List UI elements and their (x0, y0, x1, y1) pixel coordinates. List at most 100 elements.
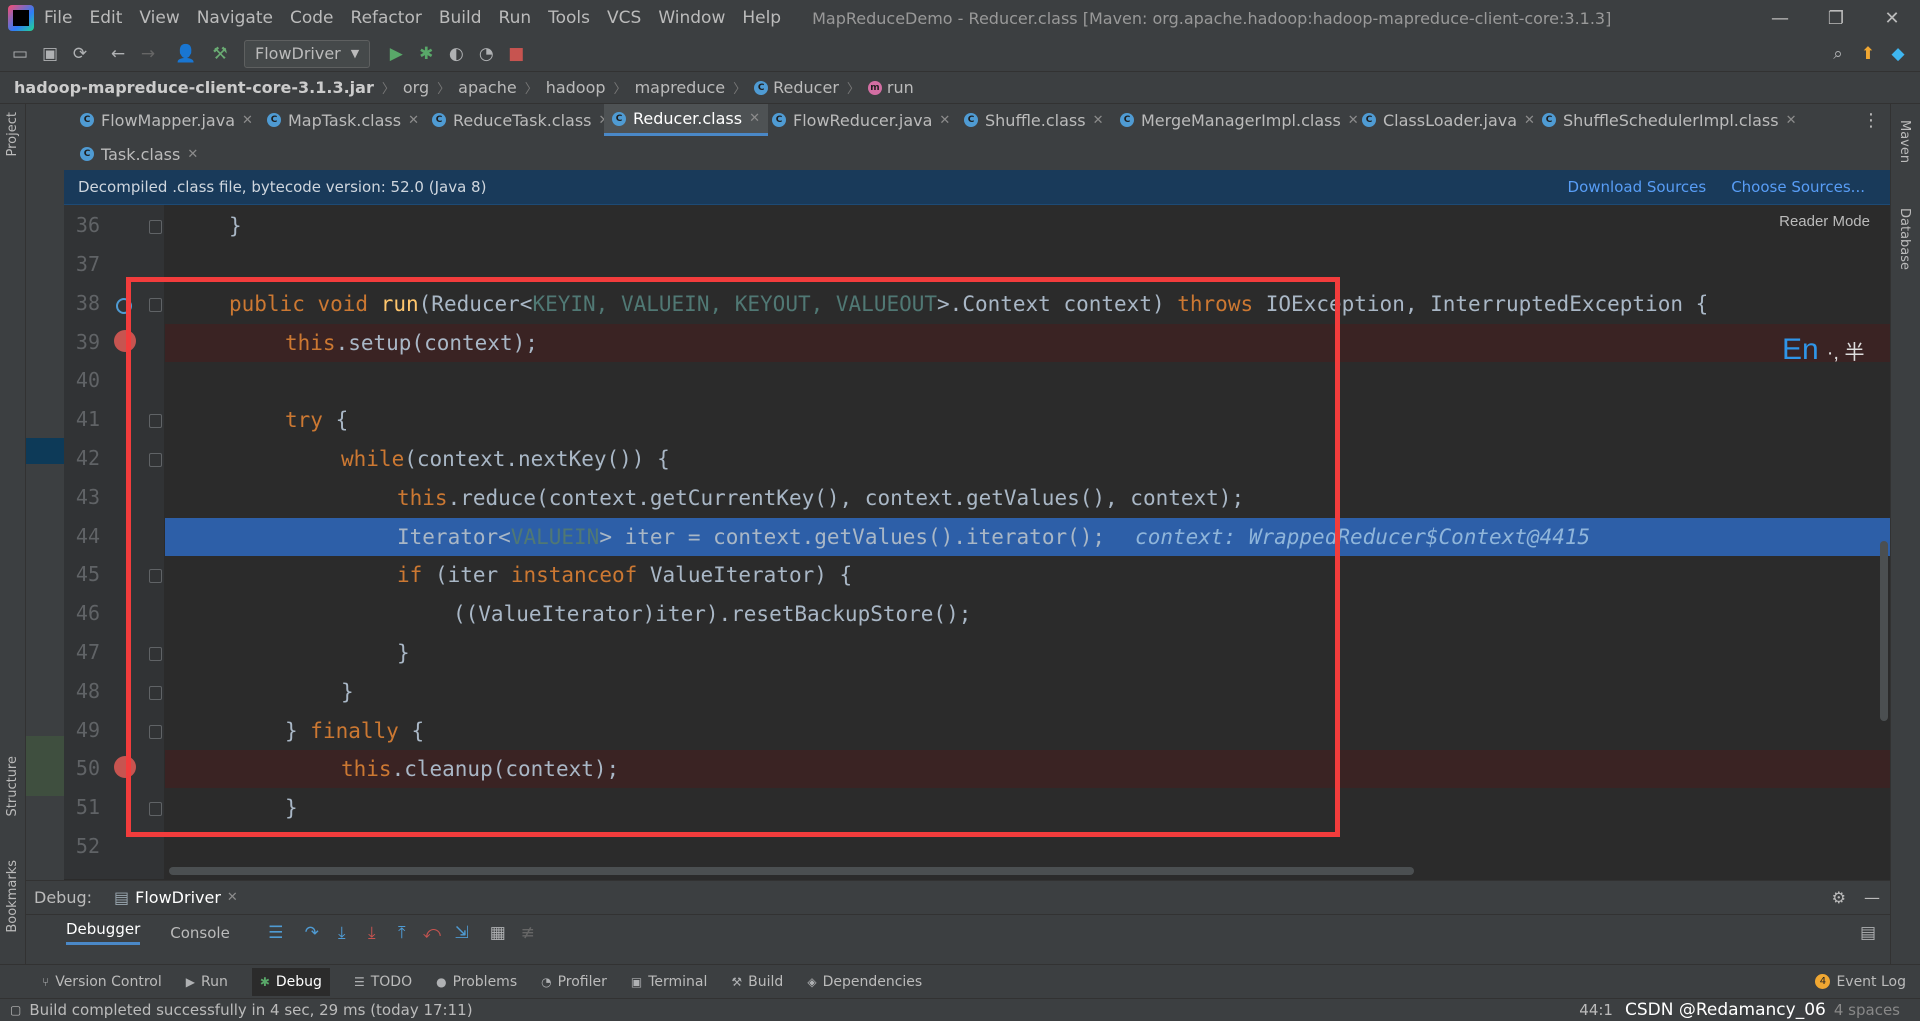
update-icon[interactable]: ⬆ (1854, 40, 1882, 68)
menu-window[interactable]: Window (658, 8, 725, 28)
database-tool-button[interactable]: Database (1897, 208, 1912, 270)
download-sources-link[interactable]: Download Sources (1568, 178, 1707, 196)
close-icon[interactable]: ✕ (939, 113, 950, 128)
project-tool-button[interactable]: Project (5, 112, 20, 156)
close-icon[interactable]: ✕ (242, 113, 253, 128)
tool-event-log[interactable]: 4 Event Log (1815, 974, 1906, 990)
tab-flowmapper[interactable]: C FlowMapper.java ✕ (72, 104, 261, 136)
menu-file[interactable]: File (44, 8, 72, 28)
breadcrumb-jar[interactable]: hadoop-mapreduce-client-core-3.1.3.jar (14, 78, 374, 97)
debug-session-tab[interactable]: FlowDriver (135, 888, 221, 907)
tool-dependencies[interactable]: ◈ Dependencies (807, 974, 922, 990)
indent-setting[interactable]: 4 spaces (1834, 1001, 1900, 1019)
vertical-scrollbar[interactable] (1880, 541, 1888, 721)
tool-profiler[interactable]: ◔ Profiler (541, 974, 607, 990)
structure-tool-button[interactable]: Structure (5, 756, 20, 816)
menu-build[interactable]: Build (439, 8, 482, 28)
breadcrumb-apache[interactable]: apache (458, 78, 517, 97)
tool-run[interactable]: ▶ Run (186, 974, 228, 990)
debug-icon[interactable]: ✱ (412, 40, 440, 68)
tool-debug[interactable]: ✱ Debug (251, 967, 330, 996)
step-over-icon[interactable]: ↷ (298, 919, 326, 947)
layout-icon[interactable]: ☰ (262, 919, 290, 947)
tool-version-control[interactable]: ⑂ Version Control (42, 974, 162, 990)
run-configuration-select[interactable]: FlowDriver ▼ (244, 39, 371, 68)
tab-flowreducer[interactable]: C FlowReducer.java ✕ (764, 104, 958, 136)
back-icon[interactable]: ← (104, 40, 132, 68)
menu-help[interactable]: Help (742, 8, 781, 28)
menu-navigate[interactable]: Navigate (197, 8, 273, 28)
evaluate-icon[interactable]: ▦ (484, 919, 512, 947)
close-window-button[interactable]: ✕ (1864, 8, 1920, 29)
breadcrumb-org[interactable]: org (403, 78, 429, 97)
tab-console[interactable]: Console (170, 924, 230, 942)
code-editor[interactable]: 36 37 38 39 40 41 42 43 44 45 46 47 48 4… (64, 205, 1890, 879)
menu-edit[interactable]: Edit (89, 8, 122, 28)
minimize-button[interactable]: — (1752, 8, 1808, 29)
stop-icon[interactable]: ■ (502, 40, 530, 68)
step-into-icon[interactable]: ⤓ (328, 919, 356, 947)
run-icon[interactable]: ▶ (382, 40, 410, 68)
run-to-cursor-icon[interactable]: ⇲ (448, 919, 476, 947)
menu-tools[interactable]: Tools (548, 8, 590, 28)
tab-task[interactable]: C Task.class ✕ (72, 138, 206, 170)
breadcrumb-class[interactable]: Reducer (773, 78, 839, 97)
breadcrumb-mapreduce[interactable]: mapreduce (635, 78, 726, 97)
trace-icon[interactable]: ≢ (514, 919, 542, 947)
close-icon[interactable]: ✕ (1786, 113, 1797, 128)
tool-problems[interactable]: ● Problems (436, 974, 517, 990)
tab-shuffle[interactable]: C Shuffle.class ✕ (956, 104, 1111, 136)
force-step-into-icon[interactable]: ⤓ (358, 919, 386, 947)
status-toggle-icon[interactable]: ▢ (10, 1003, 21, 1017)
fold-marker-icon[interactable] (149, 220, 162, 234)
chevron-right-icon: 〉 (381, 82, 395, 97)
tool-todo[interactable]: ☰ TODO (354, 974, 412, 990)
hide-panel-icon[interactable]: — (1864, 888, 1880, 907)
close-icon[interactable]: ✕ (187, 147, 198, 162)
folder-open-icon[interactable]: ▭ (6, 40, 34, 68)
user-icon[interactable]: 👤 (172, 40, 200, 68)
coverage-icon[interactable]: ◐ (442, 40, 470, 68)
breadcrumb-method[interactable]: run (887, 78, 914, 97)
tab-reducer-active[interactable]: C Reducer.class ✕ (604, 104, 768, 136)
restore-layout-icon[interactable]: ▤ (1854, 919, 1882, 947)
tab-mergemanagerimpl[interactable]: C MergeManagerImpl.class ✕ (1112, 104, 1367, 136)
tab-shuffleschedulerimpl[interactable]: C ShuffleSchedulerImpl.class ✕ (1534, 104, 1804, 136)
forward-icon[interactable]: → (134, 40, 162, 68)
hammer-icon[interactable]: ⚒ (206, 40, 234, 68)
sync-icon[interactable]: ⟳ (66, 40, 94, 68)
horizontal-scrollbar[interactable] (169, 867, 1414, 875)
tool-terminal[interactable]: ▣ Terminal (631, 974, 708, 990)
reader-mode-toggle[interactable]: Reader Mode (1779, 213, 1870, 230)
branch-icon: ⑂ (42, 974, 50, 989)
menu-code[interactable]: Code (290, 8, 334, 28)
maximize-button[interactable]: ❐ (1808, 8, 1864, 29)
close-icon[interactable]: ✕ (408, 113, 419, 128)
tab-maptask[interactable]: C MapTask.class ✕ (259, 104, 427, 136)
close-icon[interactable]: ✕ (227, 890, 238, 905)
more-tabs-icon[interactable]: ⋮ (1862, 110, 1880, 131)
choose-sources-link[interactable]: Choose Sources... (1731, 178, 1865, 196)
tab-classloader[interactable]: C ClassLoader.java ✕ (1354, 104, 1543, 136)
class-icon: C (964, 113, 978, 127)
gear-icon[interactable]: ⚙ (1832, 888, 1846, 907)
bookmarks-tool-button[interactable]: Bookmarks (5, 860, 20, 933)
breadcrumb-hadoop[interactable]: hadoop (546, 78, 606, 97)
menu-vcs[interactable]: VCS (607, 8, 641, 28)
tab-reducetask[interactable]: C ReduceTask.class ✕ (424, 104, 617, 136)
step-out-icon[interactable]: ⤒ (388, 919, 416, 947)
menu-view[interactable]: View (139, 8, 179, 28)
close-icon[interactable]: ✕ (1093, 113, 1104, 128)
tool-build[interactable]: ⚒ Build (731, 974, 783, 990)
tab-debugger[interactable]: Debugger (66, 920, 141, 945)
jetbrains-icon[interactable]: ◆ (1884, 40, 1912, 68)
profile-icon[interactable]: ◔ (472, 40, 500, 68)
search-icon[interactable]: ⌕ (1824, 40, 1852, 68)
menu-refactor[interactable]: Refactor (351, 8, 422, 28)
drop-frame-icon[interactable]: ⤺ (418, 919, 446, 947)
caret-position[interactable]: 44:1 (1579, 1001, 1613, 1019)
save-icon[interactable]: ▣ (36, 40, 64, 68)
menu-run[interactable]: Run (499, 8, 532, 28)
close-icon[interactable]: ✕ (749, 111, 760, 126)
maven-tool-button[interactable]: Maven (1897, 120, 1912, 163)
